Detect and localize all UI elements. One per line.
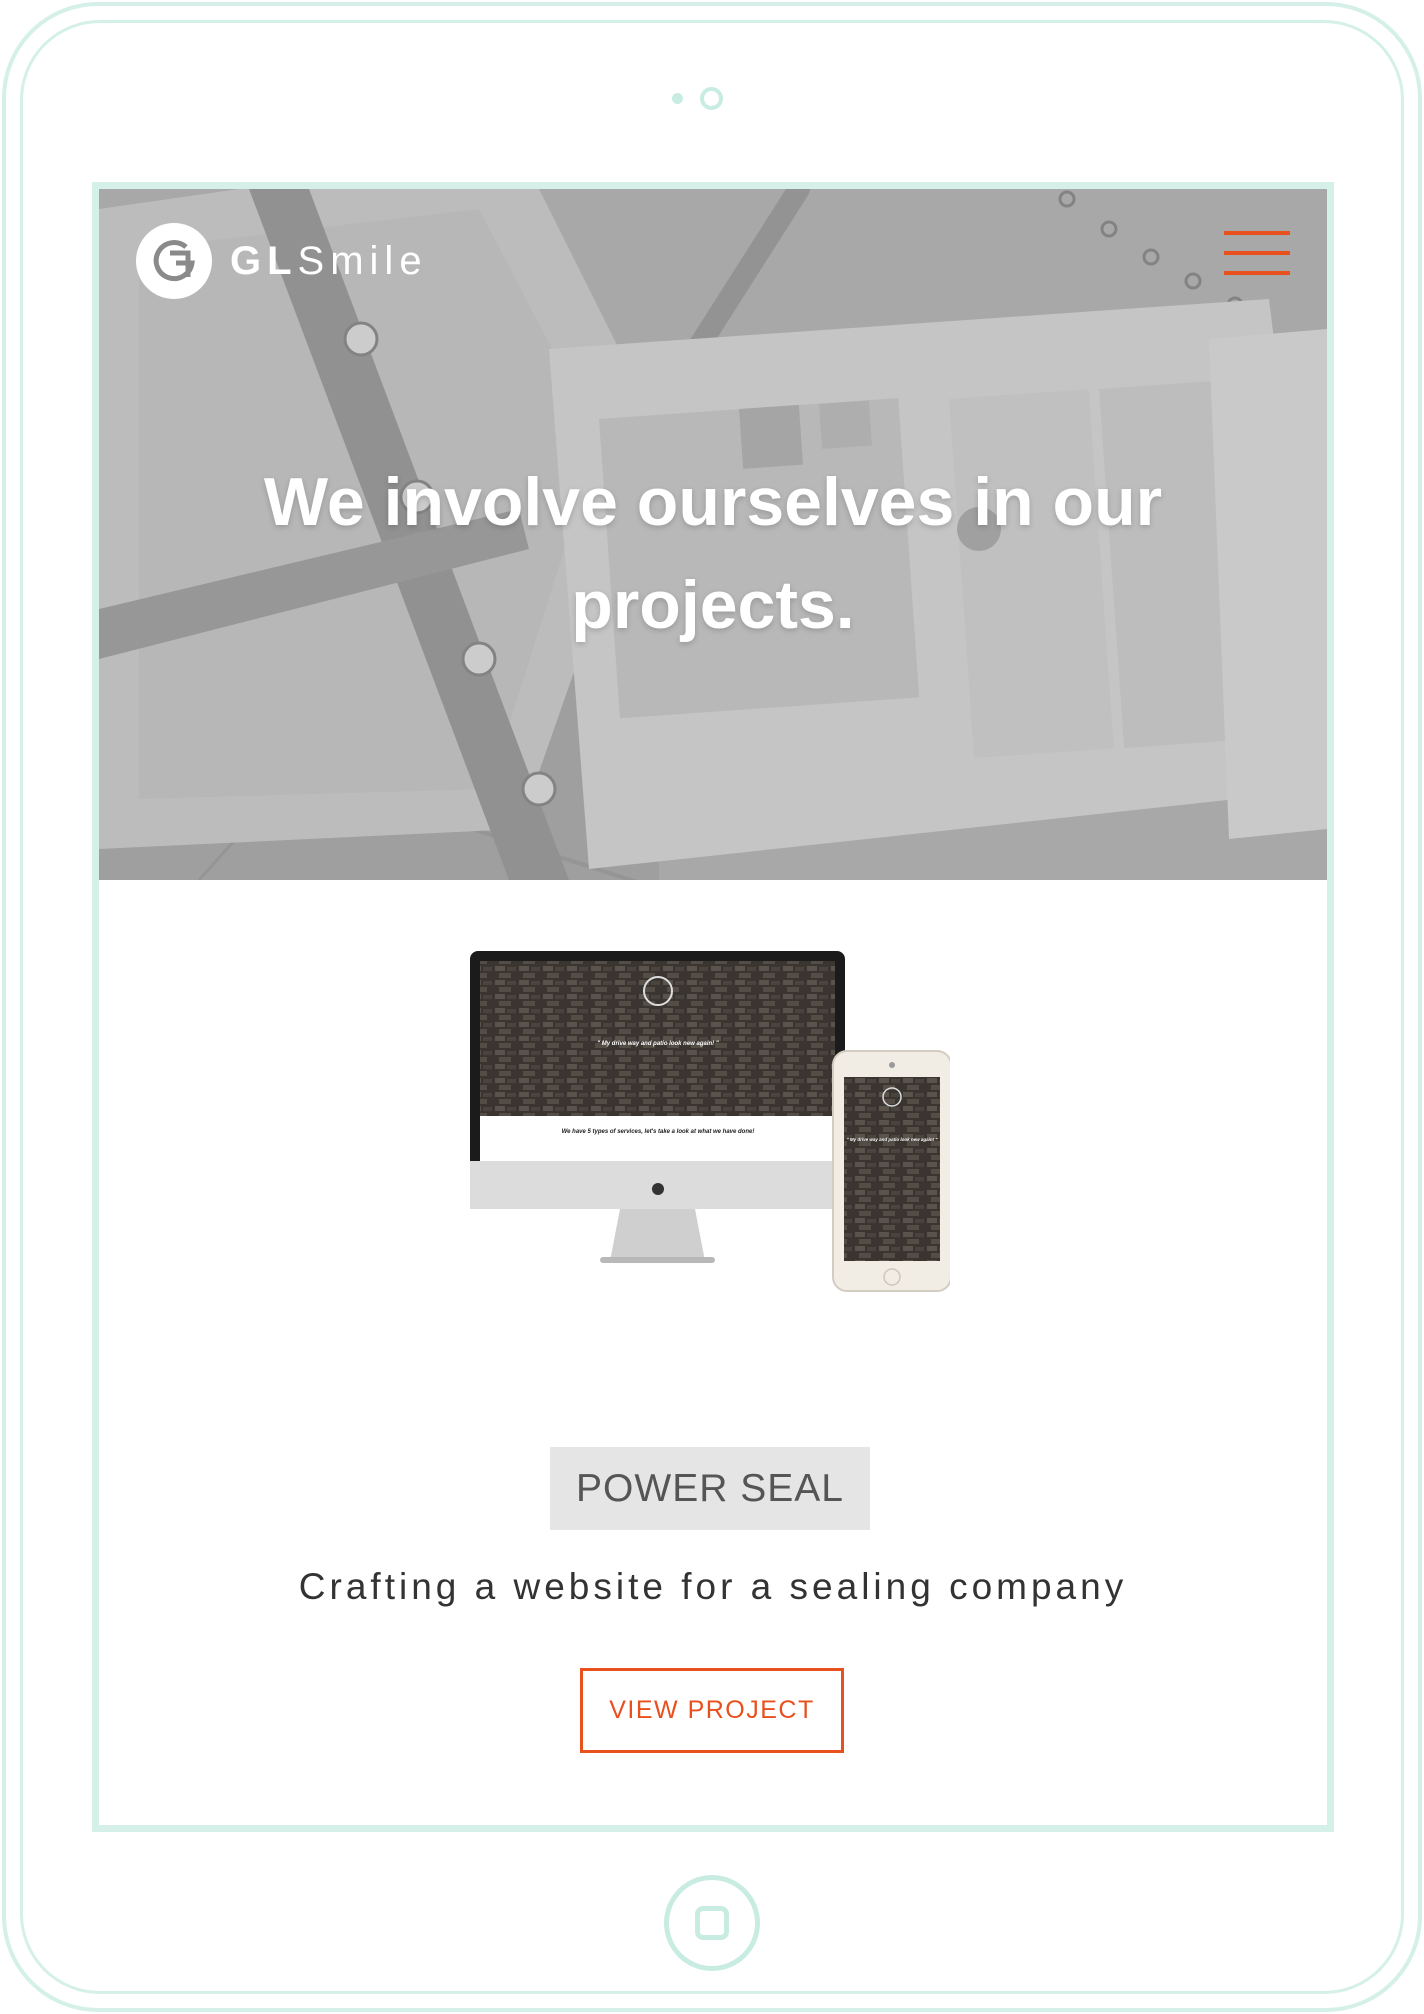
device-mockup-image: " My drive way and patio look new again!… [470, 951, 950, 1292]
desktop-banner: We have 5 types of services, let's take … [562, 1129, 755, 1135]
front-camera [700, 87, 723, 110]
logo-gl: GL [230, 238, 298, 283]
home-square-icon [695, 1906, 729, 1940]
logo-wordmark: GLSmile [230, 239, 428, 284]
logo-smile: Smile [297, 238, 428, 283]
hero-title: We involve ourselves in our projects. [263, 464, 1163, 643]
phone-quote: " My drive way and patio look new again!… [846, 1137, 938, 1142]
home-button[interactable] [664, 1875, 760, 1971]
hamburger-menu-icon[interactable] [1224, 231, 1290, 277]
logo-mark-icon [136, 223, 212, 299]
tablet-screen: GLSmile We involve ourselves in our proj… [92, 182, 1334, 1832]
project-name-tag: POWER SEAL [550, 1447, 870, 1530]
desktop-quote: " My drive way and patio look new again!… [597, 1041, 719, 1047]
project-description: Crafting a website for a sealing company [298, 1566, 1128, 1607]
view-project-button[interactable]: VIEW PROJECT [580, 1668, 844, 1753]
hero-section: GLSmile We involve ourselves in our proj… [99, 189, 1327, 880]
sensor-dot [672, 93, 683, 104]
site-logo[interactable]: GLSmile [136, 223, 428, 299]
